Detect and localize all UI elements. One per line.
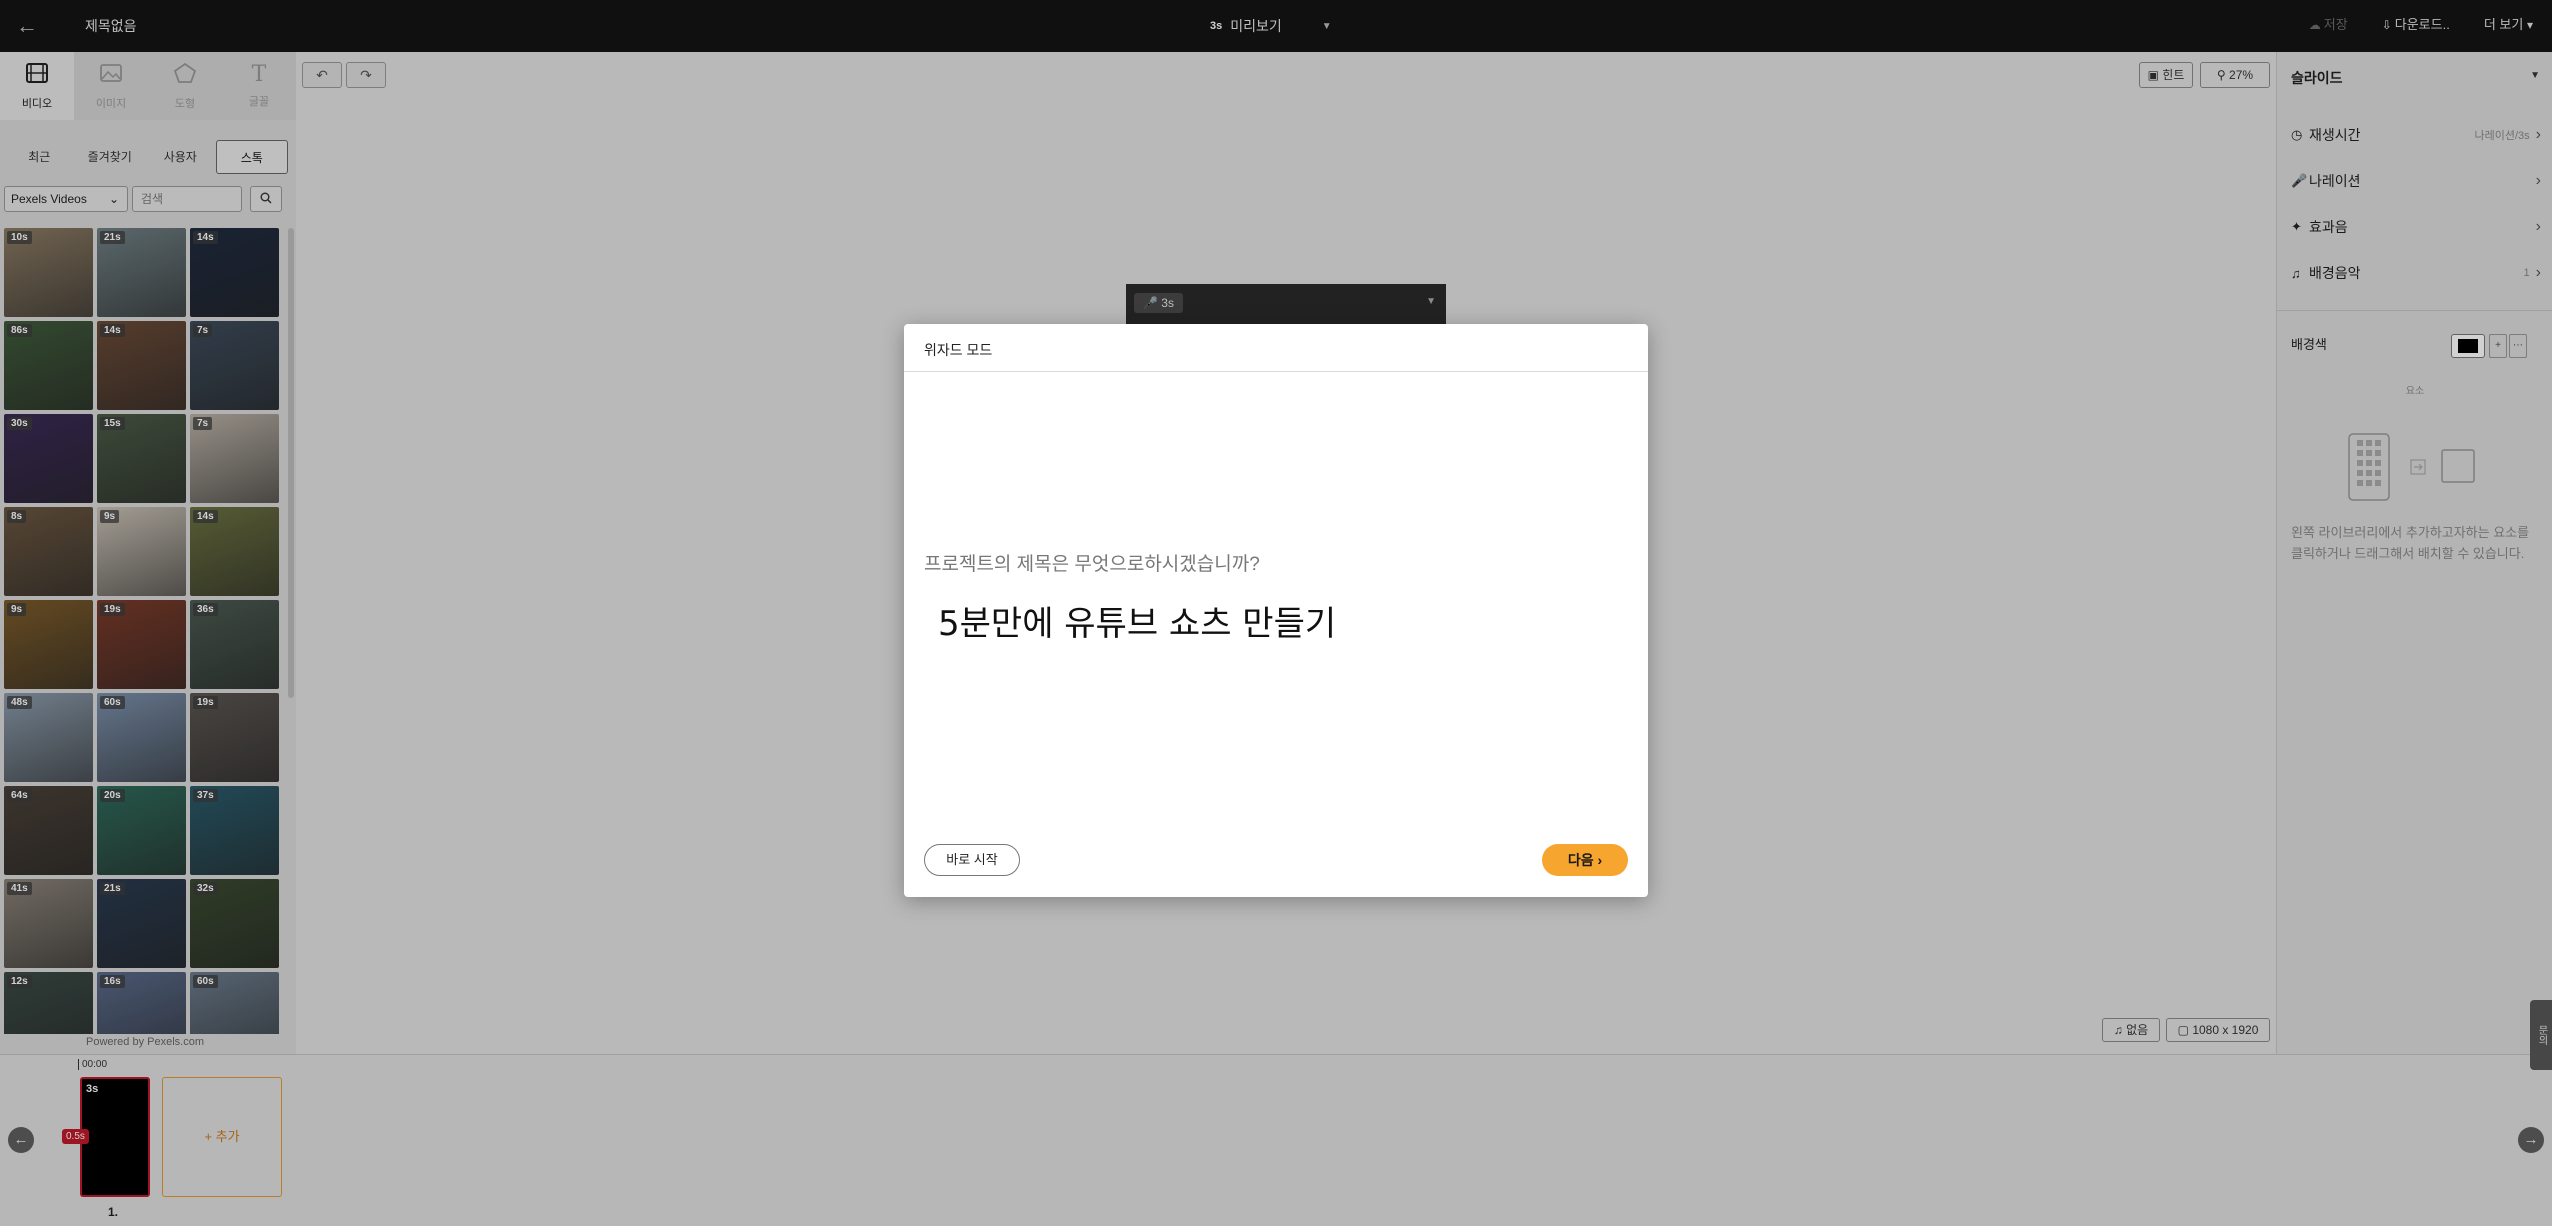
chevron-right-icon: › (1597, 852, 1603, 868)
start-now-button[interactable]: 바로 시작 (924, 844, 1020, 876)
wizard-modal: 위자드 모드 프로젝트의 제목은 무엇으로하시겠습니까? 바로 시작 다음 › (904, 324, 1648, 897)
modal-divider (904, 371, 1648, 372)
project-title-input[interactable] (924, 592, 1624, 648)
next-button[interactable]: 다음 › (1542, 844, 1628, 876)
project-title-question: 프로젝트의 제목은 무엇으로하시겠습니까? (924, 554, 1260, 575)
next-button-label: 다음 (1567, 852, 1594, 868)
modal-title: 위자드 모드 (924, 342, 993, 358)
